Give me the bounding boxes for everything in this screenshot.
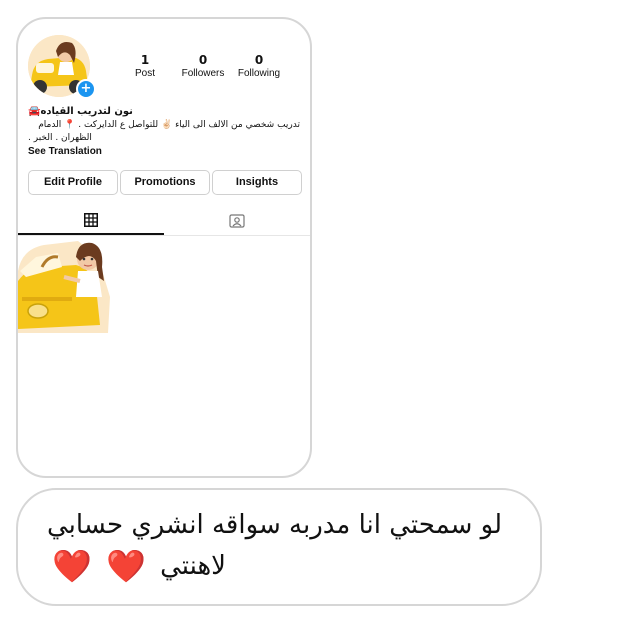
profile-card: + 1 Post 0 Followers 0 Following نون لتد… (16, 17, 312, 478)
message-line-2-text: لاهنتي (160, 551, 226, 581)
message-line-1: لو سمحتي انا مدربه سواقه انشري حسابي (47, 510, 502, 540)
stat-following-value: 0 (254, 53, 264, 67)
bio-line-1: تدريب شخصي من الالف الى الياء ✌🏻 للتواصل… (38, 120, 300, 130)
stat-following[interactable]: 0 Following (224, 53, 294, 81)
post-illustration (18, 237, 114, 333)
bio-line-2: . الظهران . الخبر (28, 133, 92, 143)
heart-icon: ❤️ (52, 547, 93, 585)
message-line-2: لاهنتي ❤️ ❤️ (52, 550, 226, 582)
see-translation-link[interactable]: See Translation (28, 145, 302, 159)
promotions-button[interactable]: Promotions (120, 170, 210, 195)
stat-following-label: Following (237, 68, 281, 79)
add-story-icon[interactable]: + (76, 79, 96, 99)
insights-button[interactable]: Insights (212, 170, 302, 195)
post-thumbnail[interactable] (18, 237, 114, 333)
profile-name: نون لتدريب القياده🚘 (28, 106, 133, 117)
profile-tabs (18, 207, 310, 236)
tab-tagged[interactable] (164, 207, 310, 235)
tab-posts-grid[interactable] (18, 207, 164, 235)
message-bubble: لو سمحتي انا مدربه سواقه انشري حسابي لاه… (16, 488, 542, 606)
grid-icon (84, 213, 98, 227)
edit-profile-button[interactable]: Edit Profile (28, 170, 118, 195)
heart-icon: ❤️ (106, 547, 147, 585)
tagged-icon (229, 214, 245, 228)
profile-bio: نون لتدريب القياده🚘 تدريب شخصي من الالف … (28, 105, 302, 159)
